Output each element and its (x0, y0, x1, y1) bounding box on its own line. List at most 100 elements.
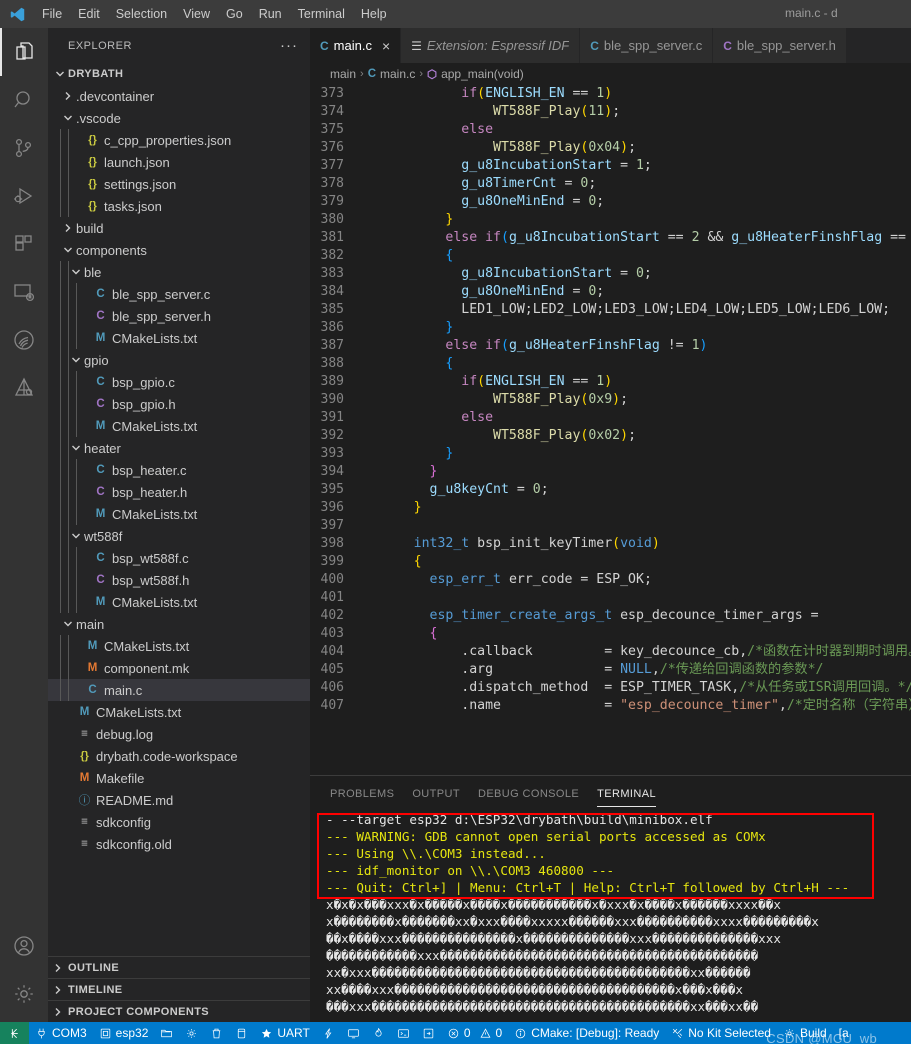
status-monitor-device[interactable] (341, 1022, 366, 1044)
tree-folder-.vscode[interactable]: .vscode (48, 107, 310, 129)
sidebar-section-timeline[interactable]: TIMELINE (48, 978, 310, 1000)
breadcrumb-item[interactable]: app_main(void) (441, 67, 524, 81)
tree-file-cmakelists.txt[interactable]: M CMakeLists.txt (48, 415, 310, 437)
tree-folder-build[interactable]: build (48, 217, 310, 239)
menu-run[interactable]: Run (251, 4, 290, 24)
tree-folder-wt588f[interactable]: wt588f (48, 525, 310, 547)
accounts-icon[interactable] (0, 922, 48, 970)
menu-help[interactable]: Help (353, 4, 395, 24)
remote-window-icon[interactable] (0, 1022, 29, 1044)
status-errors-warnings[interactable]: 0 0 (441, 1022, 508, 1044)
sidebar-section-outline[interactable]: OUTLINE (48, 956, 310, 978)
tree-file-makefile[interactable]: M Makefile (48, 767, 310, 789)
tree-file-tasks.json[interactable]: {} tasks.json (48, 195, 310, 217)
espressif-idf-icon[interactable] (0, 316, 48, 364)
tree-root-drybath[interactable]: DRYBATH (48, 63, 310, 85)
tree-file-ble_spp_server.c[interactable]: Cble_spp_server.c (48, 283, 310, 305)
chevron-right-icon[interactable] (62, 90, 74, 102)
tree-file-bsp_heater.h[interactable]: Cbsp_heater.h (48, 481, 310, 503)
tree-folder-ble[interactable]: ble (48, 261, 310, 283)
status-flash-method[interactable]: UART (254, 1022, 315, 1044)
terminal-view[interactable]: - --target esp32 d:\ESP32\drybath\build\… (310, 811, 911, 1022)
menu-terminal[interactable]: Terminal (290, 4, 353, 24)
status-serial-port[interactable]: COM3 (29, 1022, 93, 1044)
tree-file-readme.md[interactable]: ⓘ README.md (48, 789, 310, 811)
tree-file-main.c[interactable]: Cmain.c (48, 679, 310, 701)
editor-tab-ble-spp-server-h[interactable]: Cble_spp_server.h (713, 28, 847, 63)
search-icon[interactable] (0, 76, 48, 124)
chevron-down-icon[interactable] (62, 618, 74, 630)
status-qemu-server[interactable] (416, 1022, 441, 1044)
chevron-down-icon[interactable] (70, 266, 82, 278)
status-sdk-configuration-editor[interactable] (179, 1022, 204, 1044)
status-flash-device[interactable] (316, 1022, 341, 1044)
editor-code-area[interactable]: 373 if(ENGLISH_EN == 1) 374 WT588F_Play(1… (310, 85, 911, 775)
tree-folder-heater[interactable]: heater (48, 437, 310, 459)
source-control-icon[interactable] (0, 124, 48, 172)
panel-tab-debug-console[interactable]: DEBUG CONSOLE (478, 776, 579, 811)
status-cmake-kit[interactable]: No Kit Selected (665, 1022, 777, 1044)
status-full-clean[interactable] (204, 1022, 229, 1044)
status-build-flash-monitor[interactable] (366, 1022, 391, 1044)
tree-file-bsp_gpio.h[interactable]: Cbsp_gpio.h (48, 393, 310, 415)
chevron-down-icon[interactable] (62, 244, 74, 256)
chevron-down-icon[interactable] (62, 112, 74, 124)
status-cmake-build[interactable]: Build (777, 1022, 833, 1044)
tree-file-bsp_wt588f.h[interactable]: Cbsp_wt588f.h (48, 569, 310, 591)
status-cmake-status[interactable]: CMake: [Debug]: Ready (508, 1022, 665, 1044)
tree-file-launch.json[interactable]: {} launch.json (48, 151, 310, 173)
espressif-tools-icon[interactable] (0, 364, 48, 412)
tab-close-icon[interactable]: × (382, 39, 390, 53)
tree-file-cmakelists.txt[interactable]: M CMakeLists.txt (48, 635, 310, 657)
editor-tab-ble-spp-server-c[interactable]: Cble_spp_server.c (580, 28, 714, 63)
tree-folder-.devcontainer[interactable]: .devcontainer (48, 85, 310, 107)
panel-tab-problems[interactable]: PROBLEMS (330, 776, 394, 811)
tree-file-component.mk[interactable]: Mcomponent.mk (48, 657, 310, 679)
explorer-icon[interactable] (0, 28, 48, 76)
tree-file-settings.json[interactable]: {} settings.json (48, 173, 310, 195)
tree-file-sdkconfig.old[interactable]: ≡ sdkconfig.old (48, 833, 310, 855)
breadcrumb-item[interactable]: main.c (380, 67, 415, 81)
chevron-down-icon[interactable] (54, 68, 66, 80)
tree-file-bsp_gpio.c[interactable]: Cbsp_gpio.c (48, 371, 310, 393)
tree-file-cmakelists.txt[interactable]: M CMakeLists.txt (48, 591, 310, 613)
tree-file-cmakelists.txt[interactable]: M CMakeLists.txt (48, 503, 310, 525)
menu-selection[interactable]: Selection (108, 4, 175, 24)
status-cmake-target[interactable]: [a (833, 1022, 855, 1044)
tree-folder-main[interactable]: main (48, 613, 310, 635)
remote-explorer-icon[interactable] (0, 268, 48, 316)
tree-file-bsp_wt588f.c[interactable]: Cbsp_wt588f.c (48, 547, 310, 569)
tree-file-bsp_heater.c[interactable]: Cbsp_heater.c (48, 459, 310, 481)
extensions-icon[interactable] (0, 220, 48, 268)
editor-tab-main-c[interactable]: Cmain.c × (310, 28, 402, 63)
menu-file[interactable]: File (34, 4, 70, 24)
panel-tab-output[interactable]: OUTPUT (412, 776, 460, 811)
run-and-debug-icon[interactable] (0, 172, 48, 220)
status-target-chip[interactable]: esp32 (93, 1022, 155, 1044)
chevron-down-icon[interactable] (70, 530, 82, 542)
panel-tab-terminal[interactable]: TERMINAL (597, 776, 656, 811)
tree-folder-gpio[interactable]: gpio (48, 349, 310, 371)
status-open-esp-idf-terminal[interactable] (391, 1022, 416, 1044)
chevron-down-icon[interactable] (70, 354, 82, 366)
tree-file-c_cpp_properties.json[interactable]: {} c_cpp_properties.json (48, 129, 310, 151)
sidebar-more-actions-icon[interactable]: ··· (280, 37, 302, 54)
chevron-down-icon[interactable] (70, 442, 82, 454)
editor-tab-extension-espressif-idf[interactable]: ☰ Extension: Espressif IDF (401, 28, 581, 63)
manage-settings-gear-icon[interactable] (0, 970, 48, 1018)
tree-folder-components[interactable]: components (48, 239, 310, 261)
tree-file-sdkconfig[interactable]: ≡ sdkconfig (48, 811, 310, 833)
sidebar-section-project-components[interactable]: PROJECT COMPONENTS (48, 1000, 310, 1022)
status-set-workspace-folder[interactable] (154, 1022, 179, 1044)
tree-file-ble_spp_server.h[interactable]: Cble_spp_server.h (48, 305, 310, 327)
tree-file-cmakelists.txt[interactable]: M CMakeLists.txt (48, 701, 310, 723)
menu-edit[interactable]: Edit (70, 4, 108, 24)
chevron-right-icon[interactable] (62, 222, 74, 234)
menu-view[interactable]: View (175, 4, 218, 24)
breadcrumb-item[interactable]: main (330, 67, 356, 81)
menu-go[interactable]: Go (218, 4, 251, 24)
tree-file-debug.log[interactable]: ≡ debug.log (48, 723, 310, 745)
tree-file-cmakelists.txt[interactable]: M CMakeLists.txt (48, 327, 310, 349)
status-build-project[interactable] (229, 1022, 254, 1044)
tree-file-drybath.code-workspace[interactable]: {} drybath.code-workspace (48, 745, 310, 767)
